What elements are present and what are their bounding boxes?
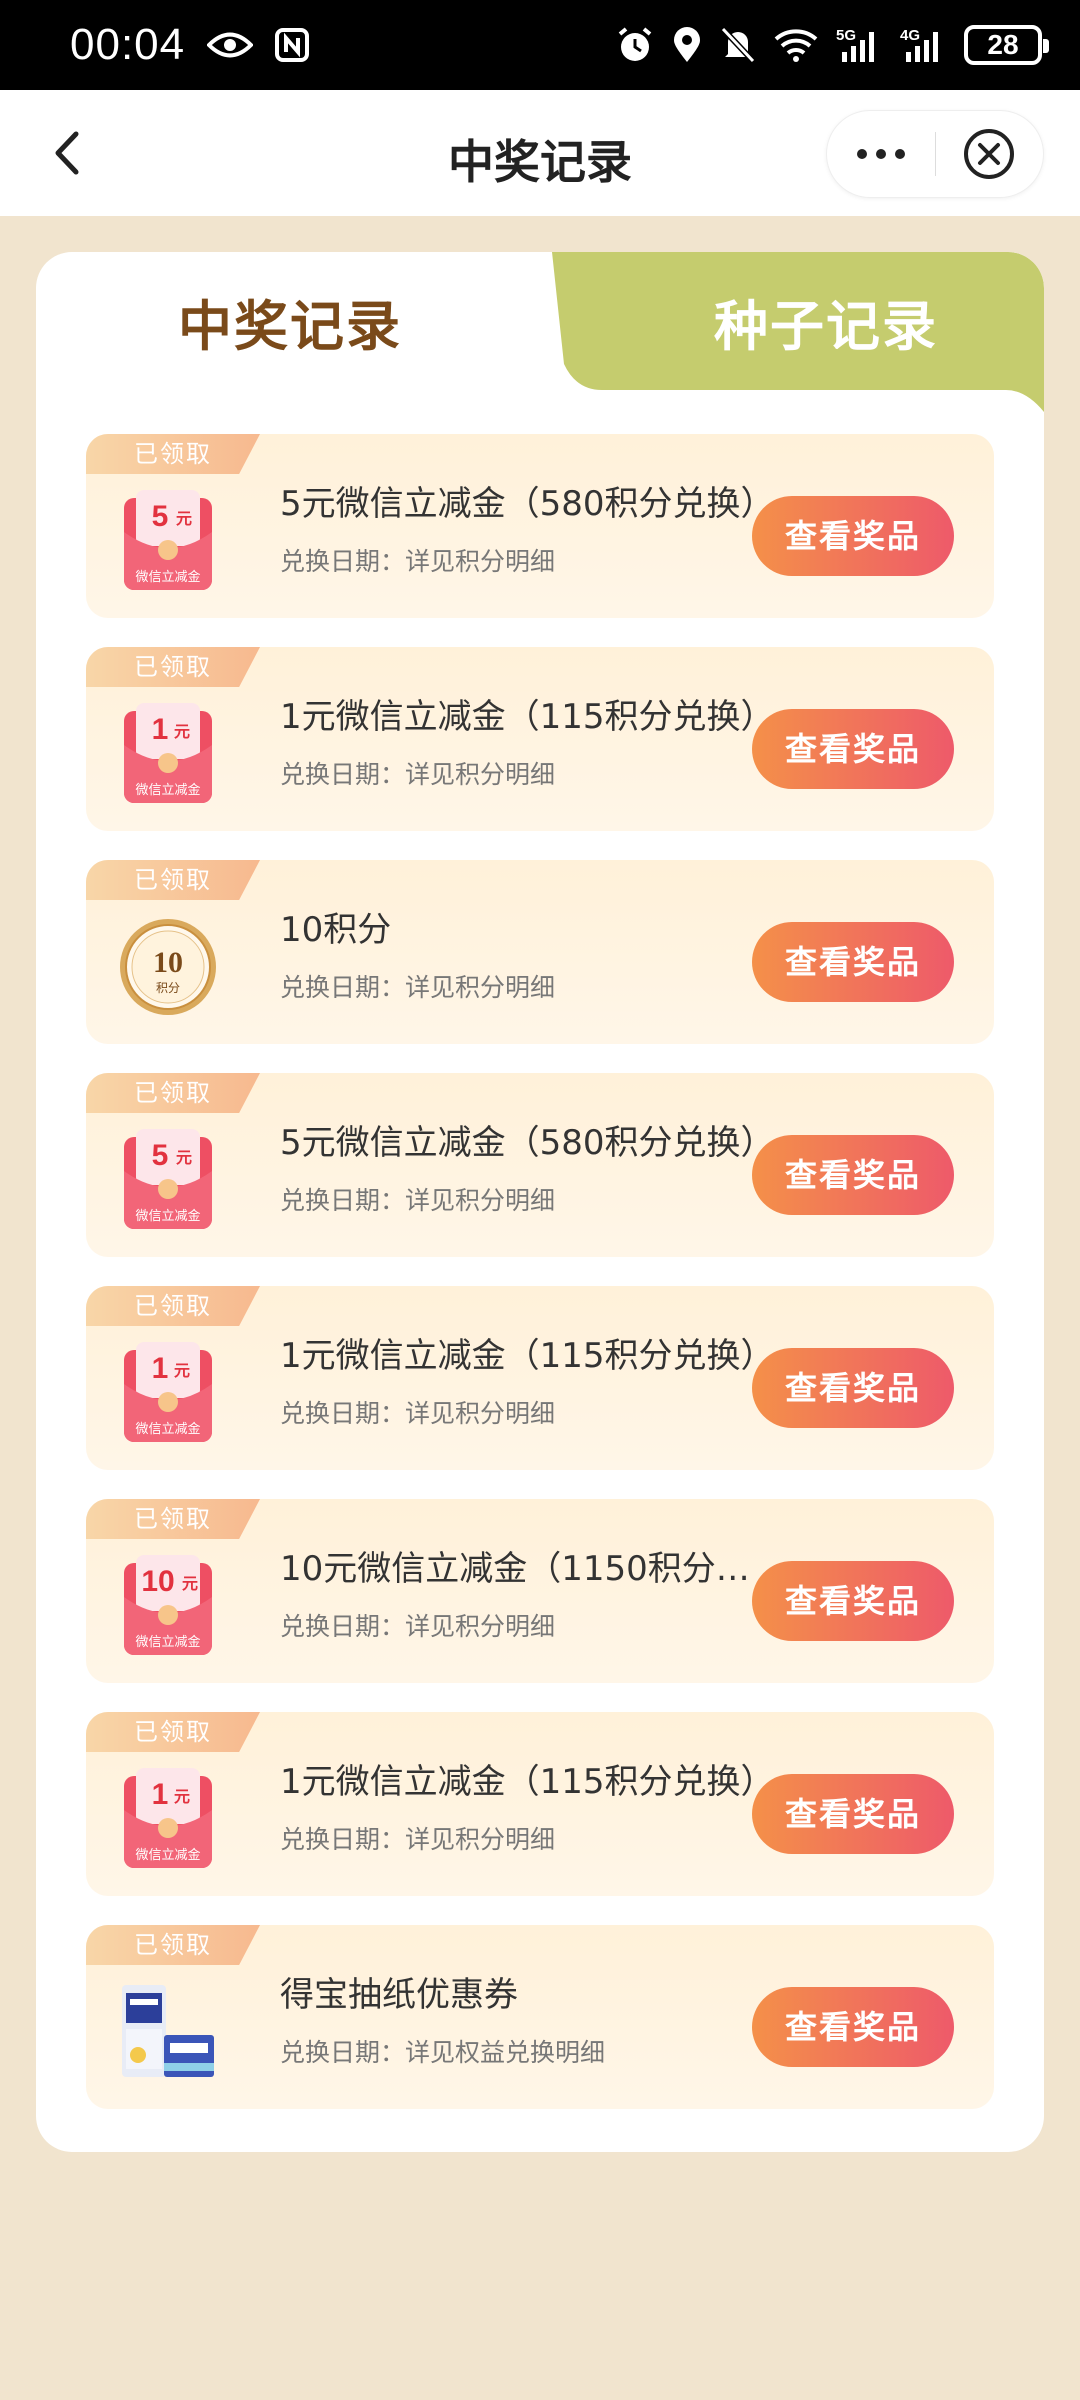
mute-bell-icon [720, 26, 756, 64]
view-prize-button[interactable]: 查看奖品 [752, 1774, 954, 1854]
nav-bar: 中奖记录 [0, 90, 1080, 216]
wifi-icon [774, 27, 818, 63]
record-title: 1元微信立减金（115积分兑换） [280, 697, 775, 737]
eye-icon [207, 30, 254, 60]
tab-prize-records[interactable]: 中奖记录 [100, 282, 480, 361]
record-title: 5元微信立减金（580积分兑换） [280, 1123, 775, 1163]
close-icon[interactable] [936, 127, 1044, 181]
record-date: 兑换日期：详见权益兑换明细 [280, 2038, 606, 2067]
list-item: 已领取 得宝抽纸优惠券 兑换日期：详见权益兑换明细 查看奖品 [86, 1925, 994, 2109]
envelope-amount: 5 [152, 500, 169, 533]
envelope-amount: 1 [152, 1352, 169, 1385]
envelope-caption: 微信立减金 [135, 782, 200, 798]
more-icon[interactable] [827, 149, 935, 159]
signal-4g-icon: 4G [900, 26, 946, 64]
svg-text:5G: 5G [836, 27, 856, 44]
points-coin-icon: 10 积分 [120, 919, 216, 1015]
envelope-unit: 元 [182, 1574, 198, 1593]
status-badge: 已领取 [86, 1286, 260, 1326]
envelope-amount: 1 [152, 713, 169, 746]
records-list: 已领取 5 元 微信立减金 5元微信立减金（580积分兑换） 兑换日期：详见积分… [86, 434, 994, 2138]
red-envelope-icon: 1 元 微信立减金 [124, 703, 212, 803]
envelope-amount: 1 [152, 1778, 169, 1811]
location-icon [672, 26, 702, 64]
list-item: 已领取 5 元 微信立减金 5元微信立减金（580积分兑换） 兑换日期：详见积分… [86, 434, 994, 618]
nfc-icon [275, 28, 310, 62]
list-item: 已领取 5 元 微信立减金 5元微信立减金（580积分兑换） 兑换日期：详见积分… [86, 1073, 994, 1257]
view-prize-button[interactable]: 查看奖品 [752, 709, 954, 789]
status-badge: 已领取 [86, 434, 260, 474]
record-date: 兑换日期：详见积分明细 [280, 760, 556, 789]
status-badge: 已领取 [86, 1499, 260, 1539]
tissue-product-icon [122, 1985, 214, 2077]
envelope-unit: 元 [176, 1148, 192, 1167]
envelope-amount: 10 [141, 1565, 174, 1598]
tab-seed-records[interactable]: 种子记录 [636, 282, 1016, 361]
record-title: 1元微信立减金（115积分兑换） [280, 1762, 775, 1802]
envelope-caption: 微信立减金 [135, 1208, 200, 1224]
coin-value: 10 [153, 946, 183, 979]
record-date: 兑换日期：详见积分明细 [280, 1399, 556, 1428]
view-prize-button[interactable]: 查看奖品 [752, 922, 954, 1002]
view-prize-button[interactable]: 查看奖品 [752, 1561, 954, 1641]
envelope-caption: 微信立减金 [135, 1634, 200, 1650]
battery-indicator: 28 [964, 25, 1049, 65]
view-prize-button[interactable]: 查看奖品 [752, 1348, 954, 1428]
coin-unit: 积分 [156, 981, 180, 995]
red-envelope-icon: 10 元 微信立减金 [124, 1555, 212, 1655]
miniapp-capsule [826, 110, 1044, 198]
envelope-unit: 元 [174, 722, 190, 741]
status-bar: 00:04 5G 4G 28 [0, 0, 1080, 90]
alarm-icon [616, 26, 654, 64]
record-title: 1元微信立减金（115积分兑换） [280, 1336, 775, 1376]
red-envelope-icon: 1 元 微信立减金 [124, 1768, 212, 1868]
red-envelope-icon: 5 元 微信立减金 [124, 490, 212, 590]
envelope-amount: 5 [152, 1139, 169, 1172]
record-date: 兑换日期：详见积分明细 [280, 1825, 556, 1854]
red-envelope-icon: 5 元 微信立减金 [124, 1129, 212, 1229]
record-date: 兑换日期：详见积分明细 [280, 1186, 556, 1215]
view-prize-button[interactable]: 查看奖品 [752, 1987, 954, 2067]
status-badge: 已领取 [86, 1712, 260, 1752]
svg-text:4G: 4G [900, 27, 920, 44]
view-prize-button[interactable]: 查看奖品 [752, 496, 954, 576]
status-badge: 已领取 [86, 1925, 260, 1965]
status-badge: 已领取 [86, 1073, 260, 1113]
red-envelope-icon: 1 元 微信立减金 [124, 1342, 212, 1442]
status-badge: 已领取 [86, 647, 260, 687]
envelope-unit: 元 [174, 1787, 190, 1806]
record-title: 10元微信立减金（1150积分兑换） [280, 1549, 780, 1589]
envelope-caption: 微信立减金 [135, 569, 200, 585]
list-item: 已领取 1 元 微信立减金 1元微信立减金（115积分兑换） 兑换日期：详见积分… [86, 1712, 994, 1896]
list-item: 已领取 10 积分 10积分 兑换日期：详见积分明细 查看奖品 [86, 860, 994, 1044]
record-date: 兑换日期：详见积分明细 [280, 1612, 556, 1641]
status-badge: 已领取 [86, 860, 260, 900]
status-time: 00:04 [70, 20, 186, 69]
envelope-unit: 元 [174, 1361, 190, 1380]
record-title: 10积分 [280, 910, 392, 950]
record-date: 兑换日期：详见积分明细 [280, 547, 556, 576]
list-item: 已领取 10 元 微信立减金 10元微信立减金（1150积分兑换） 兑换日期：详… [86, 1499, 994, 1683]
list-item: 已领取 1 元 微信立减金 1元微信立减金（115积分兑换） 兑换日期：详见积分… [86, 647, 994, 831]
record-title: 5元微信立减金（580积分兑换） [280, 484, 775, 524]
records-card: 中奖记录 种子记录 已领取 5 元 微信立减金 5元微信立减金（580积分兑换）… [36, 252, 1044, 2152]
signal-5g-icon: 5G [836, 26, 882, 64]
list-item: 已领取 1 元 微信立减金 1元微信立减金（115积分兑换） 兑换日期：详见积分… [86, 1286, 994, 1470]
record-title: 得宝抽纸优惠券 [280, 1975, 518, 2015]
envelope-unit: 元 [176, 509, 192, 528]
view-prize-button[interactable]: 查看奖品 [752, 1135, 954, 1215]
envelope-caption: 微信立减金 [135, 1421, 200, 1437]
record-date: 兑换日期：详见积分明细 [280, 973, 556, 1002]
envelope-caption: 微信立减金 [135, 1847, 200, 1863]
